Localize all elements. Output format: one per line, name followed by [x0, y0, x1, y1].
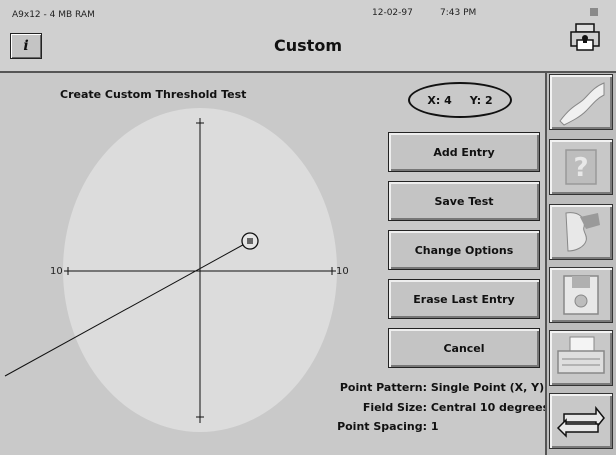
disk-icon — [563, 275, 599, 315]
disk-button[interactable] — [549, 267, 613, 323]
cancel-button[interactable]: Cancel — [388, 328, 540, 368]
field-size-row: Field Size: Central 10 degrees — [322, 401, 549, 414]
axis-label-left: 10 — [50, 266, 63, 277]
selected-point-dot — [247, 238, 253, 244]
curve-tool-button[interactable] — [549, 74, 613, 130]
printer-icon — [557, 336, 605, 374]
point-pattern-row: Point Pattern: Single Point (X, Y) — [322, 381, 544, 394]
patient-icon — [565, 212, 600, 252]
point-spacing-row: Point Spacing: 1 — [322, 420, 439, 433]
time-label: 7:43 PM — [440, 8, 477, 18]
page-title: Custom — [274, 36, 342, 55]
add-entry-button[interactable]: Add Entry — [388, 132, 540, 172]
y-coordinate: Y: 2 — [469, 93, 493, 107]
curve-icon — [559, 82, 605, 126]
date-label: 12-02-97 — [372, 8, 413, 18]
point-spacing-label: Point Spacing: — [337, 420, 427, 433]
return-button[interactable] — [549, 393, 613, 449]
change-options-button[interactable]: Change Options — [388, 230, 540, 270]
help-button[interactable]: ? — [549, 139, 613, 195]
print-button[interactable] — [549, 330, 613, 386]
axis-label-right: 10 — [336, 266, 349, 277]
printer-lock-icon[interactable] — [568, 22, 602, 52]
save-test-button[interactable]: Save Test — [388, 181, 540, 221]
status-indicator — [590, 8, 598, 16]
patient-button[interactable] — [549, 204, 613, 260]
point-pattern-value: Single Point (X, Y) — [430, 381, 545, 394]
field-size-value: Central 10 degrees — [430, 401, 550, 414]
point-pattern-label: Point Pattern: — [339, 381, 427, 394]
erase-last-entry-button[interactable]: Erase Last Entry — [388, 279, 540, 319]
point-spacing-value: 1 — [430, 420, 439, 433]
device-info: A9x12 - 4 MB RAM — [12, 10, 95, 20]
help-icon: ? — [565, 149, 597, 185]
svg-text:?: ? — [573, 153, 588, 183]
field-size-label: Field Size: — [362, 401, 427, 414]
x-coordinate: X: 4 — [427, 93, 452, 107]
coordinate-readout: X: 4 Y: 2 — [408, 82, 512, 118]
return-icon — [556, 405, 605, 438]
